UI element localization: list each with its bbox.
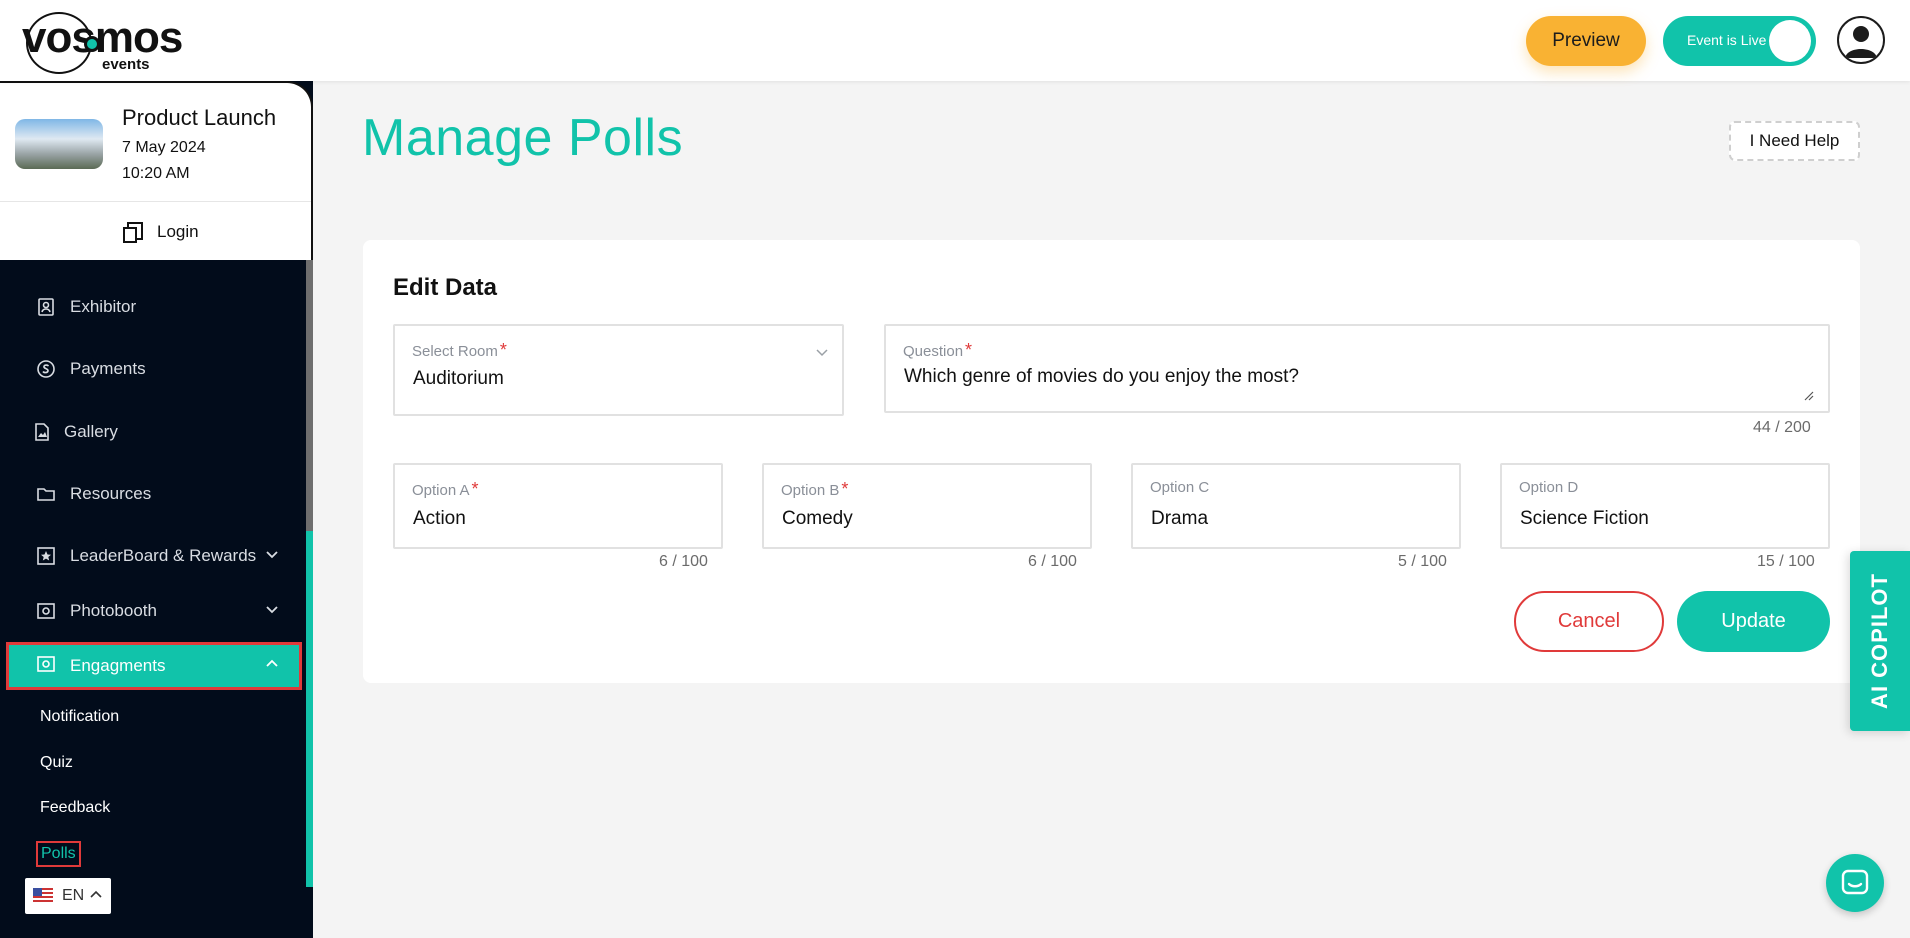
event-live-label: Event is Live	[1687, 32, 1767, 48]
field-label: Option B *	[781, 479, 849, 499]
chat-icon	[1841, 869, 1869, 895]
sidebar-subitem-quiz[interactable]: Quiz	[40, 754, 73, 772]
sidebar-nav: Exhibitor Payments Gallery Resources Lea…	[0, 260, 306, 887]
option-b-field[interactable]: Option B * Comedy	[762, 463, 1092, 549]
sidebar-item-resources[interactable]: Resources	[0, 472, 300, 516]
sidebar-item-payments[interactable]: Payments	[0, 347, 300, 391]
option-c-field[interactable]: Option C Drama	[1131, 463, 1461, 549]
option-b-input: Comedy	[782, 508, 853, 529]
user-icon	[1845, 26, 1877, 58]
sidebar-item-label: Gallery	[64, 422, 118, 441]
option-d-input: Science Fiction	[1520, 508, 1649, 529]
option-a-char-counter: 6 / 100	[659, 553, 708, 570]
folder-icon	[37, 488, 55, 501]
option-a-field[interactable]: Option A * Action	[393, 463, 723, 549]
ai-copilot-label: AI COPILOT	[1867, 573, 1892, 709]
select-room-field[interactable]: Select Room * Auditorium	[393, 324, 844, 416]
logo-dot	[84, 36, 100, 52]
chevron-down-icon	[266, 551, 278, 559]
option-a-input: Action	[413, 508, 466, 529]
chat-launcher-button[interactable]	[1826, 854, 1884, 912]
event-card: Product Launch 7 May 2024 10:20 AM Login	[0, 81, 313, 260]
field-label: Option D	[1519, 479, 1579, 496]
us-flag-icon	[33, 888, 53, 904]
question-input: Which genre of movies do you enjoy the m…	[904, 366, 1299, 387]
sidebar-item-photobooth[interactable]: Photobooth	[0, 589, 300, 633]
event-date: 7 May 2024	[122, 139, 206, 156]
sidebar-item-engagements[interactable]: Engagments	[6, 642, 302, 690]
copy-icon	[123, 222, 143, 243]
chevron-down-icon	[266, 606, 278, 614]
ai-copilot-tab[interactable]: AI COPILOT	[1850, 551, 1910, 731]
event-time: 10:20 AM	[122, 165, 190, 182]
sidebar-scrollbar-thumb[interactable]	[306, 531, 313, 887]
update-button[interactable]: Update	[1677, 591, 1830, 652]
sidebar-item-label: Resources	[70, 484, 152, 503]
user-avatar[interactable]	[1837, 16, 1885, 64]
preview-button[interactable]: Preview	[1526, 16, 1646, 66]
question-field[interactable]: Question * Which genre of movies do you e…	[884, 324, 1830, 413]
chevron-down-icon	[816, 349, 828, 357]
select-room-value: Auditorium	[413, 368, 504, 389]
sidebar-subitem-polls[interactable]: Polls	[36, 841, 81, 867]
badge-icon	[38, 298, 54, 316]
toggle-knob	[1769, 20, 1811, 62]
edit-poll-card: Edit Data Select Room * Auditorium Questi…	[363, 240, 1860, 683]
brand-logo[interactable]: vosmos events	[22, 8, 222, 74]
sidebar-item-exhibitor[interactable]: Exhibitor	[0, 285, 300, 329]
sidebar-item-label: Exhibitor	[70, 297, 137, 316]
chevron-up-icon	[90, 890, 102, 898]
field-label: Option C	[1150, 479, 1210, 496]
question-char-counter: 44 / 200	[1753, 419, 1811, 436]
sidebar-item-label: Photobooth	[70, 601, 157, 620]
sidebar-subitem-notification[interactable]: Notification	[40, 708, 119, 726]
resize-grip-icon[interactable]	[1804, 391, 1814, 401]
card-title: Edit Data	[393, 274, 498, 301]
event-live-toggle[interactable]: Event is Live	[1663, 16, 1816, 66]
login-label: Login	[157, 222, 199, 241]
language-code: EN	[62, 887, 85, 904]
option-c-char-counter: 5 / 100	[1398, 553, 1447, 570]
sidebar-item-label: LeaderBoard & Rewards	[70, 546, 257, 565]
top-bar: vosmos events Preview Event is Live	[0, 0, 1910, 81]
field-label: Option A *	[412, 479, 479, 499]
event-name: Product Launch	[122, 105, 277, 130]
sidebar-subitem-feedback[interactable]: Feedback	[40, 799, 110, 817]
star-icon	[37, 547, 55, 565]
sidebar-item-leaderboard[interactable]: LeaderBoard & Rewards	[0, 534, 300, 578]
sidebar: Product Launch 7 May 2024 10:20 AM Login…	[0, 81, 313, 938]
help-button[interactable]: I Need Help	[1729, 121, 1860, 161]
logo-subtitle: events	[102, 56, 150, 73]
language-selector[interactable]: EN	[25, 878, 111, 914]
camera-icon	[37, 603, 55, 619]
sidebar-item-label: Engagments	[70, 656, 166, 675]
option-d-field[interactable]: Option D Science Fiction	[1500, 463, 1830, 549]
option-b-char-counter: 6 / 100	[1028, 553, 1077, 570]
field-label: Select Room *	[412, 340, 507, 360]
page-title: Manage Polls	[362, 109, 684, 167]
payments-icon	[37, 360, 55, 378]
option-d-char-counter: 15 / 100	[1757, 553, 1815, 570]
field-label: Question *	[903, 340, 973, 360]
sidebar-item-label: Payments	[70, 359, 146, 378]
option-c-input: Drama	[1151, 508, 1209, 529]
chevron-up-icon	[266, 659, 278, 667]
cancel-button[interactable]: Cancel	[1514, 591, 1664, 652]
login-button[interactable]: Login	[0, 201, 311, 262]
event-thumbnail	[15, 119, 103, 169]
gallery-icon	[35, 423, 49, 441]
sidebar-item-gallery[interactable]: Gallery	[0, 410, 300, 454]
engagement-icon	[37, 656, 55, 672]
